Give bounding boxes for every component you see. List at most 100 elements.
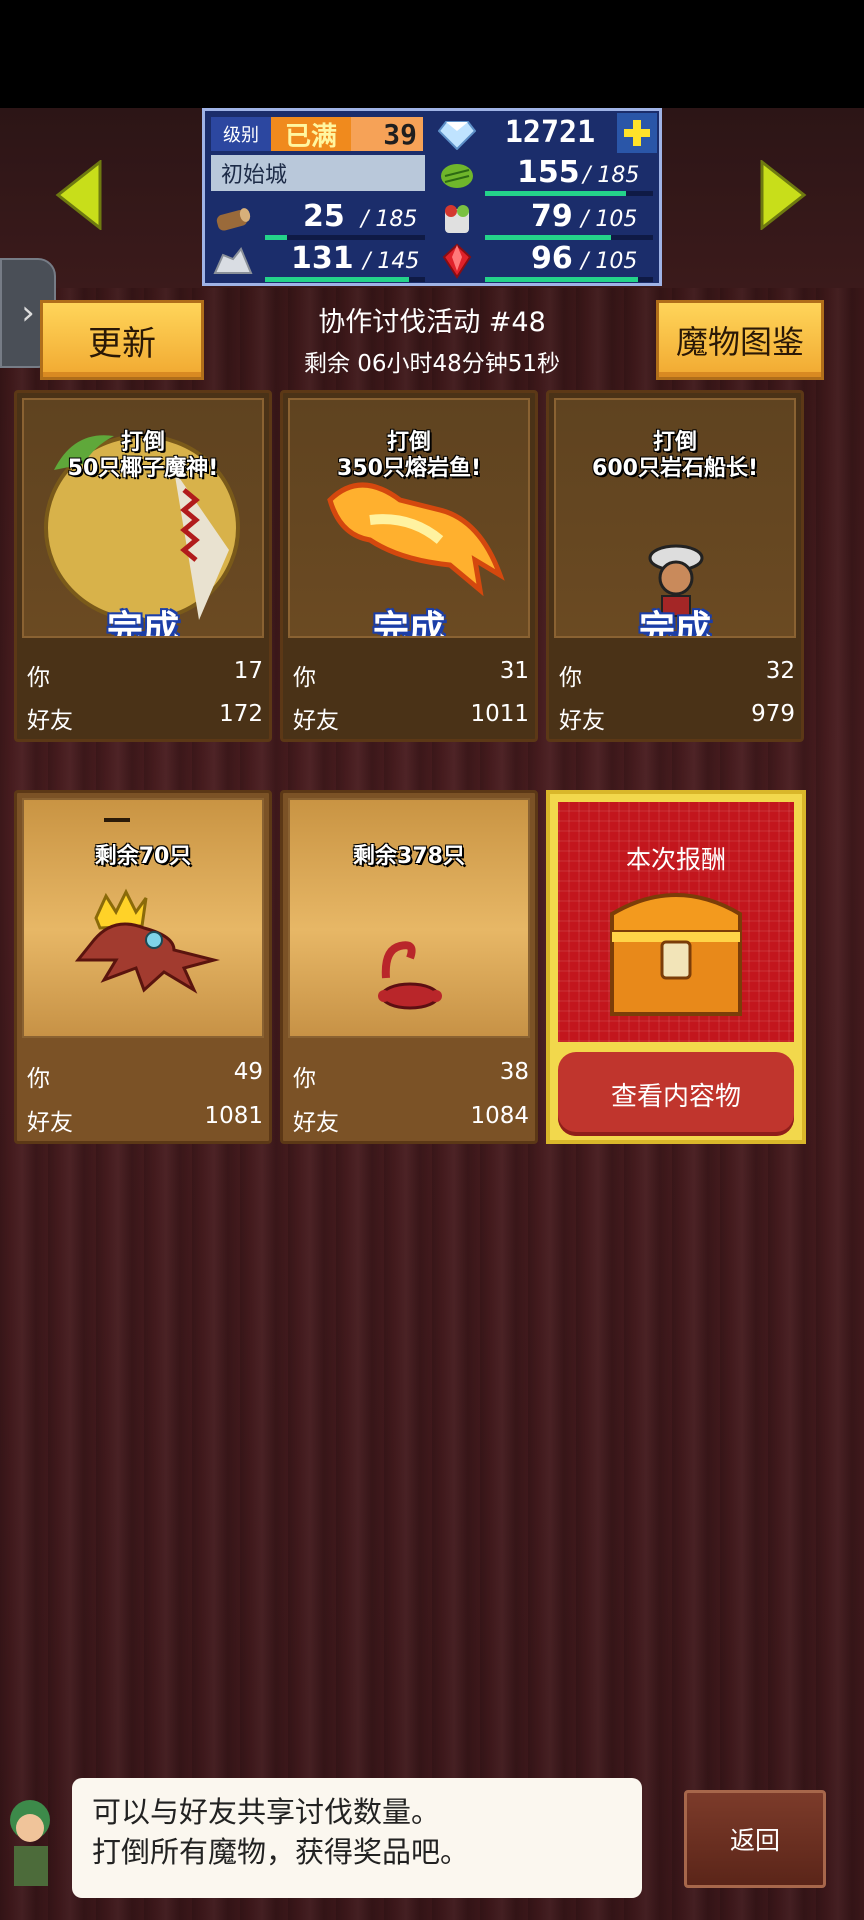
card-title-line2: 600只岩石船长! — [592, 456, 758, 481]
friends-label: 好友 — [293, 1110, 339, 1136]
reward-card: 本次报酬 查看内容物 — [546, 790, 806, 1144]
you-count: 31 — [499, 658, 529, 684]
mission-card-lava-fish[interactable]: 打倒 350只熔岩鱼! 完成 你 31 好友 1011 — [280, 390, 538, 742]
friends-label: 好友 — [27, 708, 73, 734]
level-value: 39 — [351, 117, 423, 151]
card-title: 打倒 350只熔岩鱼! — [290, 430, 528, 482]
scorpion-icon — [378, 941, 442, 1010]
wood-bar-fill — [265, 235, 288, 240]
card-title: 打倒 600只岩石船长! — [556, 430, 794, 482]
friends-label: 好友 — [27, 1110, 73, 1136]
food-max-value: 105 — [595, 207, 638, 232]
you-count-row: 你 31 — [293, 658, 529, 692]
you-count: 17 — [233, 658, 263, 684]
you-count-row: 你 38 — [293, 1059, 529, 1093]
you-count-row: 你 17 — [27, 658, 263, 692]
friends-count-row: 好友 172 — [27, 701, 263, 735]
food-value: 79 — [531, 199, 573, 234]
you-count-row: 你 32 — [559, 658, 795, 692]
card-art: 打倒 600只岩石船长! 完成 — [554, 398, 796, 638]
wood-max: / 185 — [361, 207, 418, 232]
stone-bar-fill — [265, 277, 409, 282]
mission-card-scorpion[interactable]: 剩余378只 你 38 好友 1084 — [280, 790, 538, 1144]
refresh-button[interactable]: 更新 — [40, 300, 204, 380]
card-title-line2: 350只熔岩鱼! — [337, 456, 481, 481]
stone-value: 131 — [291, 241, 354, 276]
hint-line-1: 可以与好友共享讨伐数量。 — [92, 1795, 441, 1829]
next-arrow-button[interactable] — [758, 158, 808, 232]
treasure-chest-icon — [610, 893, 742, 1016]
stone-bar — [265, 277, 425, 282]
hint-line-2: 打倒所有魔物，获得奖品吧。 — [92, 1835, 470, 1869]
you-label: 你 — [27, 1066, 50, 1092]
view-contents-button[interactable]: 查看内容物 — [558, 1052, 794, 1136]
ruby-max: / 105 — [581, 249, 638, 274]
prev-arrow-button[interactable] — [54, 158, 104, 232]
ruby-bar — [485, 277, 653, 282]
grass-max: / 185 — [583, 163, 640, 188]
mission-card-rock-captain[interactable]: 打倒 600只岩石船长! 完成 你 32 好友 979 — [546, 390, 804, 742]
grass-icon — [435, 153, 479, 197]
friends-count: 172 — [219, 701, 263, 727]
complete-label: 完成 — [372, 609, 445, 638]
friends-label: 好友 — [559, 708, 605, 734]
food-bar-fill — [485, 235, 611, 240]
wood-bar — [265, 235, 425, 240]
mission-card-octopus[interactable]: 剩余70只 你 49 好友 1081 — [14, 790, 272, 1144]
you-count-row: 你 49 — [27, 1059, 263, 1093]
monster-book-button[interactable]: 魔物图鉴 — [656, 300, 824, 380]
card-art: 打倒 50只椰子魔神! 完成 — [22, 398, 264, 638]
level-label: 级别 — [211, 117, 271, 151]
friends-count-row: 好友 1081 — [27, 1103, 263, 1137]
you-label: 你 — [293, 1066, 316, 1092]
you-label: 你 — [27, 665, 50, 691]
ruby-max-value: 105 — [595, 249, 638, 274]
ruby-bar-fill — [485, 277, 638, 282]
system-status-bar — [0, 0, 864, 108]
card-art: 剩余70只 — [22, 798, 264, 1038]
friends-count: 1011 — [470, 701, 529, 727]
wood-log-icon — [211, 197, 255, 241]
card-title-line2: 50只椰子魔神! — [67, 456, 219, 481]
you-count: 49 — [233, 1059, 263, 1085]
ruby-value: 96 — [531, 241, 573, 276]
grass-bar-fill — [485, 191, 627, 196]
mission-card-coconut[interactable]: 打倒 50只椰子魔神! 完成 你 17 好友 172 — [14, 390, 272, 742]
card-art: 打倒 350只熔岩鱼! 完成 — [288, 398, 530, 638]
stone-max-value: 145 — [377, 249, 420, 274]
event-title: 协作讨伐活动 #48 — [318, 307, 546, 338]
friends-count: 1081 — [204, 1103, 263, 1129]
town-name: 初始城 — [211, 155, 425, 191]
complete-label: 完成 — [106, 609, 179, 638]
card-title-line1: 打倒 — [120, 430, 165, 455]
you-count: 38 — [499, 1059, 529, 1085]
card-title: 打倒 50只椰子魔神! — [24, 430, 262, 482]
card-title-line1: 打倒 — [386, 430, 431, 455]
grass-bar — [485, 191, 653, 196]
grass-value: 155 — [517, 155, 580, 190]
crowned-octopus-icon — [74, 888, 220, 994]
you-count: 32 — [765, 658, 795, 684]
back-button[interactable]: 返回 — [684, 1790, 826, 1888]
add-gems-button[interactable] — [617, 113, 657, 153]
friends-label: 好友 — [293, 708, 339, 734]
friends-count: 1084 — [470, 1103, 529, 1129]
you-label: 你 — [293, 665, 316, 691]
level-max-badge: 已满 — [271, 117, 351, 152]
stone-icon — [211, 239, 255, 283]
ruby-icon — [435, 239, 479, 283]
food-bar — [485, 235, 653, 240]
chevron-right-icon: › — [21, 293, 35, 333]
food-max: / 105 — [581, 207, 638, 232]
card-title-line1: 打倒 — [652, 430, 697, 455]
grass-max-value: 185 — [597, 163, 640, 188]
guide-avatar — [0, 1790, 62, 1900]
diamond-icon — [435, 113, 479, 157]
reward-panel: 本次报酬 — [558, 802, 794, 1042]
friends-count-row: 好友 1084 — [293, 1103, 529, 1137]
gem-count: 12721 — [504, 115, 596, 150]
wood-value: 25 — [303, 199, 345, 234]
friends-count-row: 好友 1011 — [293, 701, 529, 735]
event-timer: 剩余 06小时48分钟51秒 — [303, 351, 561, 377]
status-panel: 级别 已满 39 12721 初始城 155 / 185 25 / 185 79… — [202, 108, 662, 286]
